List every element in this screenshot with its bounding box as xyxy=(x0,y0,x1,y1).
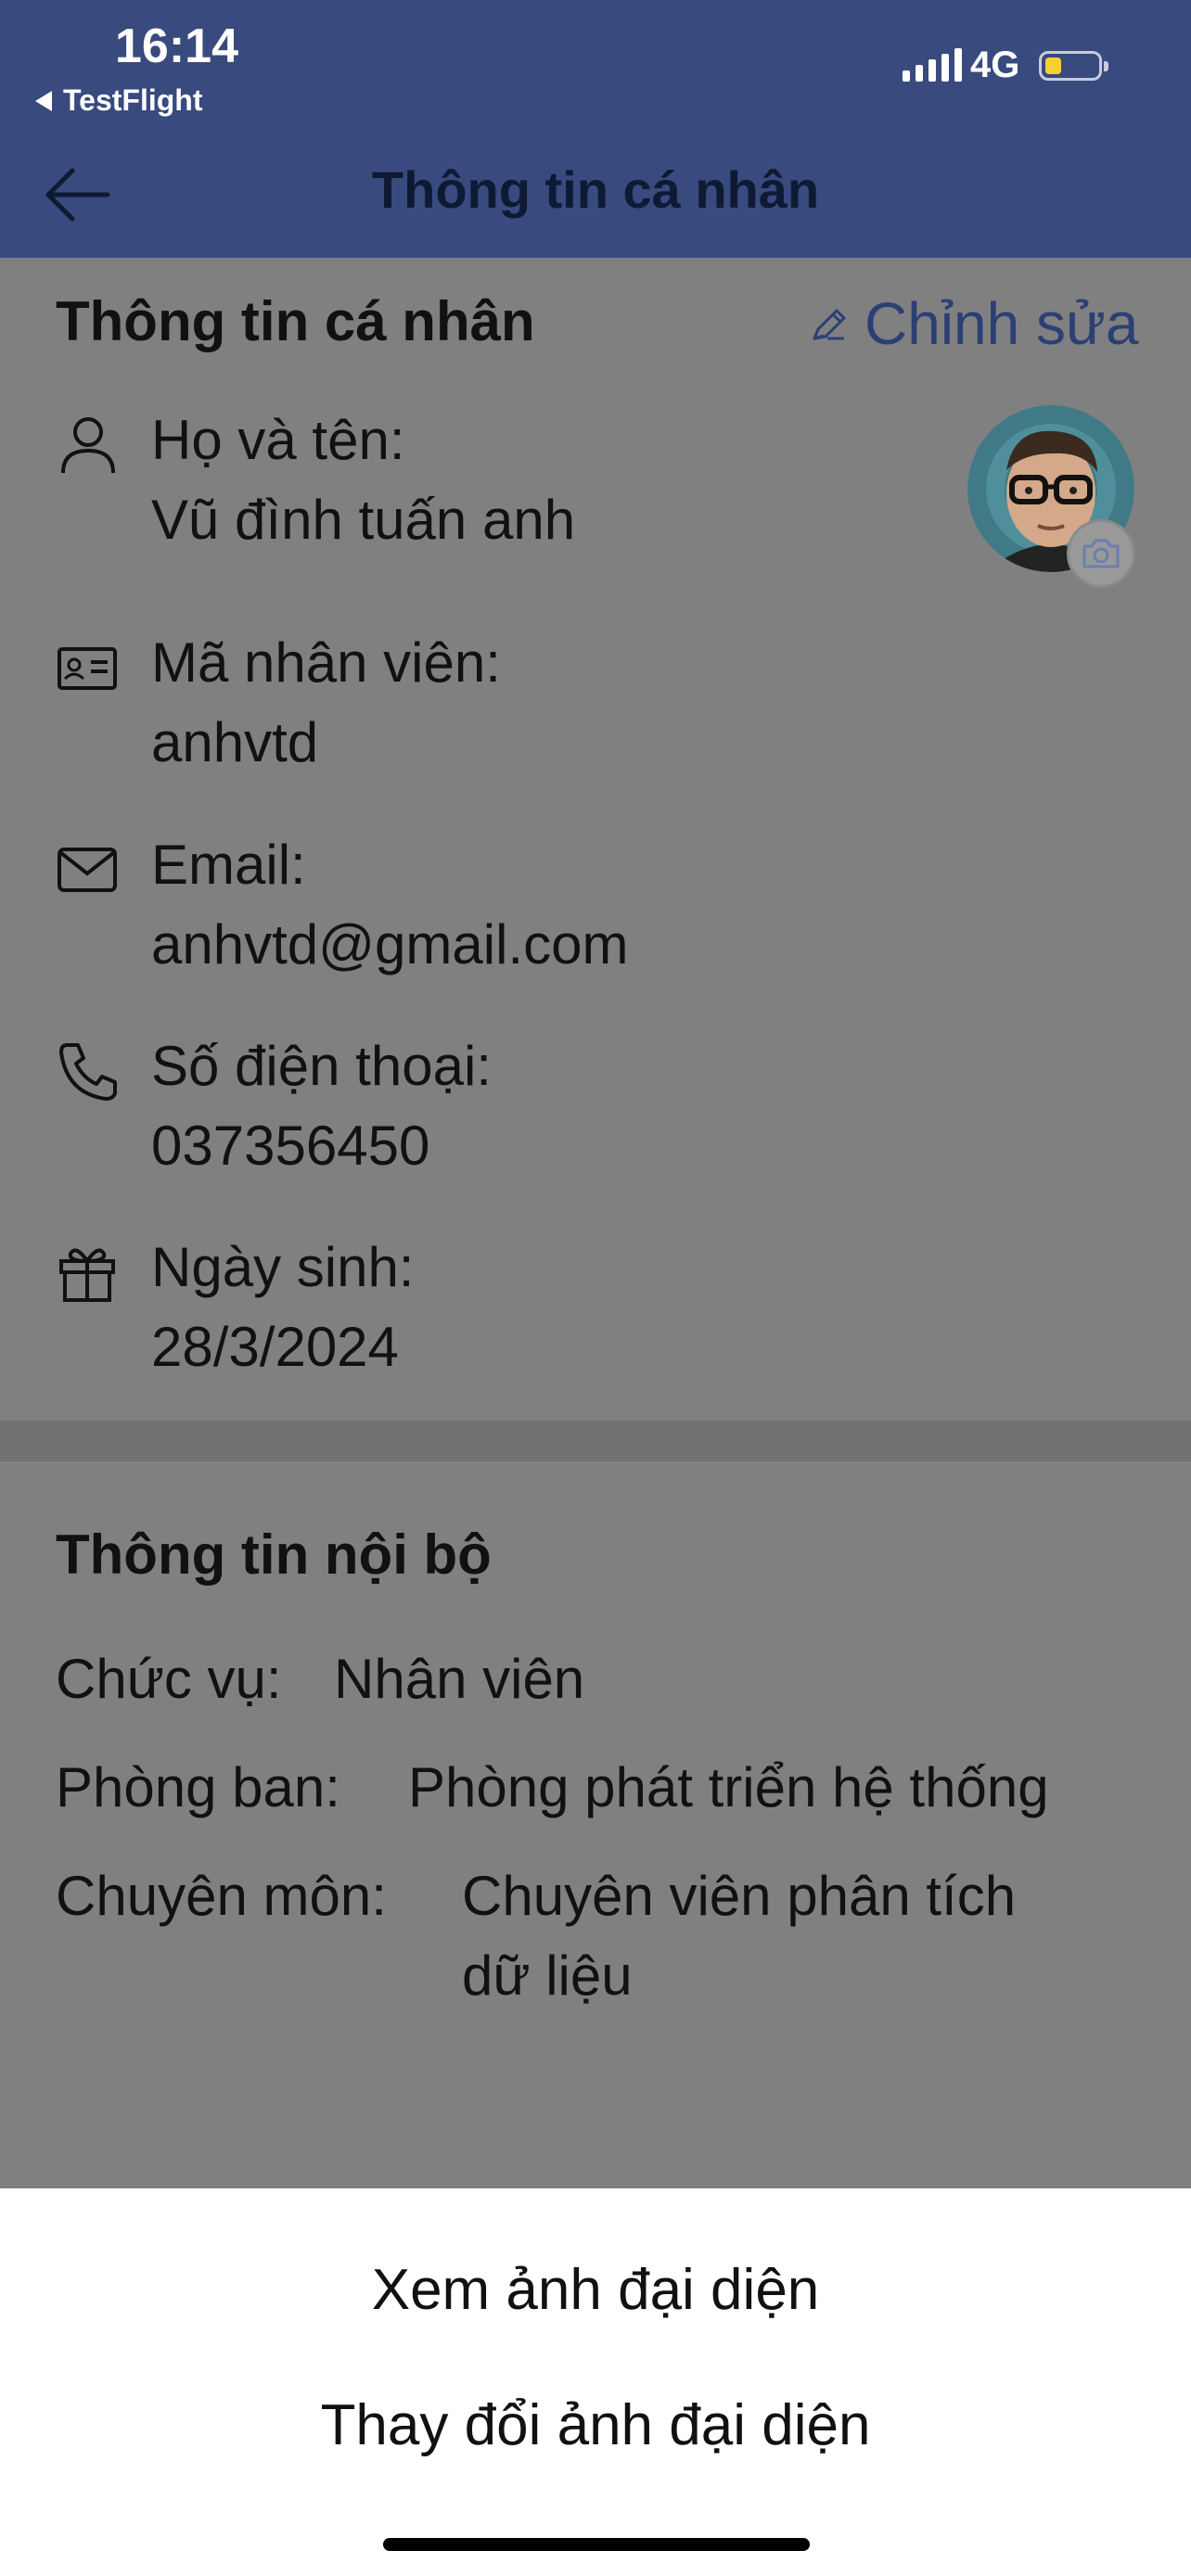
row-value: Chuyên viên phân tích xyxy=(462,1865,1017,1927)
field-label: Ngày sinh: xyxy=(151,1236,415,1298)
mail-icon xyxy=(56,838,121,903)
field-value: 037356450 xyxy=(151,1115,430,1177)
back-to-testflight[interactable]: TestFlight xyxy=(35,83,203,118)
battery-icon xyxy=(1039,51,1108,81)
change-avatar-option[interactable]: Thay đổi ảnh đại diện xyxy=(0,2392,1191,2458)
field-value: anhvtd@gmail.com xyxy=(151,913,629,976)
id-card-icon xyxy=(56,636,121,701)
field-label: Email: xyxy=(151,834,306,896)
nav-bar: Thông tin cá nhân xyxy=(0,139,1191,258)
field-label: Họ và tên: xyxy=(151,409,405,471)
home-indicator[interactable] xyxy=(383,2538,810,2551)
section-divider xyxy=(0,1421,1191,1461)
gift-icon xyxy=(56,1241,121,1306)
row-specialty: Chuyên môn: Chuyên viên phân tích dữ liệ… xyxy=(56,1864,1132,2021)
row-label: Chức vụ: xyxy=(56,1648,282,1710)
status-bar: 16:14 TestFlight 4G xyxy=(0,0,1191,139)
phone-icon xyxy=(56,1039,121,1104)
row-department: Phòng ban: Phòng phát triển hệ thống xyxy=(56,1755,1132,1830)
person-icon xyxy=(56,414,121,478)
field-value: 28/3/2024 xyxy=(151,1316,399,1378)
view-avatar-option[interactable]: Xem ảnh đại diện xyxy=(0,2257,1191,2323)
row-value: Phòng phát triển hệ thống xyxy=(408,1756,1049,1818)
action-sheet: Xem ảnh đại diện Thay đổi ảnh đại diện xyxy=(0,2188,1191,2576)
field-employee-id: Mã nhân viên: anhvtd xyxy=(56,631,1132,788)
field-birthday: Ngày sinh: 28/3/2024 xyxy=(56,1235,1132,1393)
field-value: anhvtd xyxy=(151,711,319,773)
network-type: 4G xyxy=(970,45,1020,85)
internal-section-title: Thông tin nội bộ xyxy=(56,1524,492,1586)
edit-button[interactable]: Chỉnh sửa xyxy=(809,289,1138,358)
row-label: Phòng ban: xyxy=(56,1756,340,1818)
field-email: Email: anhvtd@gmail.com xyxy=(56,833,1132,990)
back-triangle-icon xyxy=(35,90,52,111)
row-value-line2: dữ liệu xyxy=(462,1945,633,2007)
field-value: Vũ đình tuấn anh xyxy=(151,489,576,551)
field-phone: Số điện thoại: 037356450 xyxy=(56,1034,1132,1192)
personal-section-title: Thông tin cá nhân xyxy=(56,290,535,352)
back-app-label: TestFlight xyxy=(63,83,203,117)
row-position: Chức vụ: Nhân viên xyxy=(56,1647,1132,1721)
status-time: 16:14 xyxy=(115,19,238,73)
field-full-name: Họ và tên: Vũ đình tuấn anh xyxy=(56,408,1132,566)
signal-icon xyxy=(903,48,962,82)
row-value: Nhân viên xyxy=(334,1648,585,1710)
edit-label: Chỉnh sửa xyxy=(864,290,1139,357)
row-label: Chuyên môn: xyxy=(56,1865,387,1927)
page-title: Thông tin cá nhân xyxy=(371,160,820,219)
pencil-icon xyxy=(809,289,850,358)
field-label: Số điện thoại: xyxy=(151,1035,492,1097)
field-label: Mã nhân viên: xyxy=(151,631,501,694)
